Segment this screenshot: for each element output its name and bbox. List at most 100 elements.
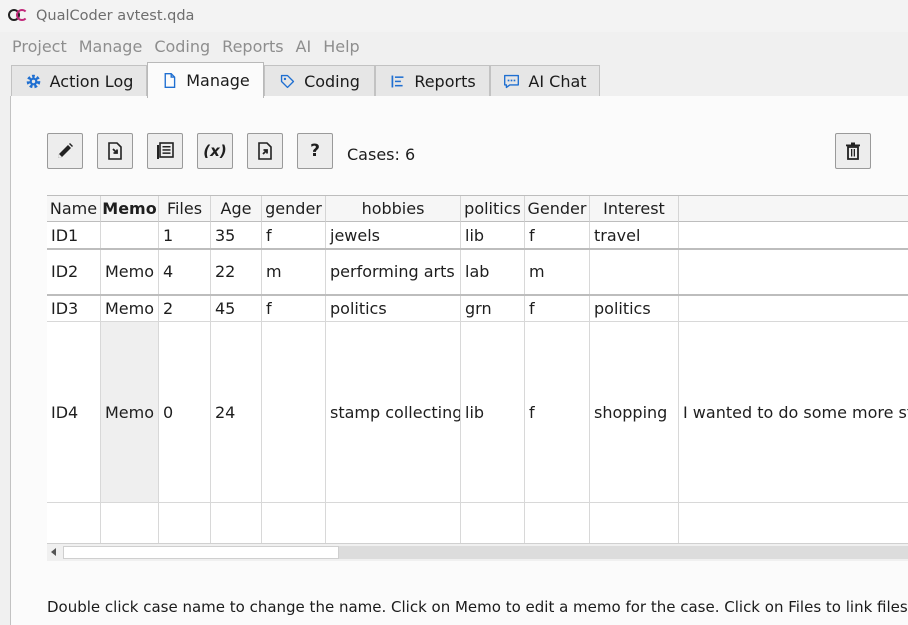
tab-coding[interactable]: Coding <box>264 65 375 97</box>
table-cell-name[interactable]: ID1 <box>47 222 101 249</box>
table-cell-memo[interactable]: Memo <box>101 322 159 503</box>
cases-table[interactable]: Name Memo Files Age gender hobbies politics Gen… <box>47 195 908 543</box>
scrollbar-thumb[interactable] <box>63 546 339 559</box>
menu-manage[interactable]: Manage <box>73 32 149 61</box>
table-cell-gender-lower[interactable]: m <box>262 249 326 295</box>
table-cell-files[interactable]: 1 <box>159 222 211 249</box>
table-cell-extra[interactable] <box>679 222 908 249</box>
table-cell-interest[interactable]: politics <box>590 295 679 322</box>
table-cell-age[interactable] <box>211 503 262 543</box>
table-cell-age[interactable]: 22 <box>211 249 262 295</box>
cases-count: Cases: 6 <box>347 145 416 164</box>
column-header-interest[interactable]: Interest <box>590 196 679 222</box>
column-header-gender[interactable]: Gender <box>525 196 590 222</box>
table-cell-age[interactable]: 35 <box>211 222 262 249</box>
menu-reports[interactable]: Reports <box>216 32 289 61</box>
table-cell-gender-lower[interactable] <box>262 503 326 543</box>
column-header-extra[interactable] <box>679 196 908 222</box>
table-cell-name[interactable] <box>47 503 101 543</box>
title-bar: QualCoder avtest.qda <box>0 0 908 32</box>
file-import-icon <box>108 142 122 160</box>
table-cell-files[interactable]: 2 <box>159 295 211 322</box>
table-cell-gender-lower[interactable] <box>262 322 326 503</box>
column-header-name[interactable]: Name <box>47 196 101 222</box>
table-cell-politics[interactable]: lab <box>461 249 525 295</box>
table-cell-memo[interactable] <box>101 503 159 543</box>
column-header-hobbies[interactable]: hobbies <box>326 196 461 222</box>
table-cell-politics[interactable] <box>461 503 525 543</box>
table-cell-name[interactable]: ID3 <box>47 295 101 322</box>
document-icon <box>164 73 176 88</box>
gear-icon <box>26 74 40 89</box>
scrollbar-track[interactable] <box>339 546 908 559</box>
table-cell-politics[interactable]: lib <box>461 222 525 249</box>
variables-button[interactable]: (x) <box>197 133 233 169</box>
table-cell-files[interactable]: 0 <box>159 322 211 503</box>
table-cell-extra[interactable] <box>679 295 908 322</box>
table-cell-name[interactable]: ID2 <box>47 249 101 295</box>
table-cell-interest[interactable]: travel <box>590 222 679 249</box>
table-cell-memo[interactable]: Memo <box>101 295 159 322</box>
tab-action-log[interactable]: Action Log <box>11 65 147 97</box>
view-cases-button[interactable] <box>147 133 183 169</box>
hint-text: Double click case name to change the nam… <box>47 598 908 616</box>
table-cell-politics[interactable]: lib <box>461 322 525 503</box>
tab-reports[interactable]: Reports <box>375 65 490 97</box>
variable-icon: (x) <box>203 142 227 160</box>
menu-project[interactable]: Project <box>0 32 73 61</box>
menu-ai[interactable]: AI <box>290 32 318 61</box>
table-cell-hobbies[interactable]: stamp collecting <box>326 322 461 503</box>
table-cell-age[interactable]: 45 <box>211 295 262 322</box>
table-cell-gender-lower[interactable]: f <box>262 295 326 322</box>
table-cell-gender[interactable]: m <box>525 249 590 295</box>
help-button[interactable]: ? <box>297 133 333 169</box>
table-cell-interest[interactable] <box>590 249 679 295</box>
table-cell-gender[interactable]: f <box>525 295 590 322</box>
table-cell-gender-lower[interactable]: f <box>262 222 326 249</box>
table-cell-politics[interactable]: grn <box>461 295 525 322</box>
column-header-age[interactable]: Age <box>211 196 262 222</box>
tab-label: Action Log <box>49 72 134 91</box>
table-cell-extra[interactable] <box>679 503 908 543</box>
tab-bar: Action Log Manage Coding Reports AI Chat <box>0 61 908 98</box>
tab-label: AI Chat <box>528 72 587 91</box>
table-cell-files[interactable]: 4 <box>159 249 211 295</box>
import-file-button[interactable] <box>97 133 133 169</box>
table-cell-gender[interactable]: f <box>525 322 590 503</box>
menu-coding[interactable]: Coding <box>148 32 216 61</box>
export-file-button[interactable] <box>247 133 283 169</box>
table-cell-name[interactable]: ID4 <box>47 322 101 503</box>
table-cell-interest[interactable]: shopping <box>590 322 679 503</box>
question-icon: ? <box>310 141 320 161</box>
row-separator <box>47 294 908 296</box>
table-cell-interest[interactable] <box>590 503 679 543</box>
table-cell-hobbies[interactable] <box>326 503 461 543</box>
table-cell-extra[interactable]: I wanted to do some more stu <box>679 322 908 503</box>
table-cell-hobbies[interactable]: jewels <box>326 222 461 249</box>
tab-ai-chat[interactable]: AI Chat <box>490 65 600 97</box>
tab-label: Reports <box>414 72 476 91</box>
table-cell-hobbies[interactable]: performing arts <box>326 249 461 295</box>
column-header-politics[interactable]: politics <box>461 196 525 222</box>
column-header-gender-lower[interactable]: gender <box>262 196 326 222</box>
delete-button[interactable] <box>835 133 871 169</box>
tab-manage[interactable]: Manage <box>147 62 264 98</box>
tab-label: Coding <box>304 72 360 91</box>
table-cell-age[interactable]: 24 <box>211 322 262 503</box>
table-cell-hobbies[interactable]: politics <box>326 295 461 322</box>
table-cell-extra[interactable] <box>679 249 908 295</box>
table-cell-gender[interactable]: f <box>525 222 590 249</box>
table-cell-files[interactable] <box>159 503 211 543</box>
window-title: QualCoder avtest.qda <box>36 8 195 24</box>
table-cell-gender[interactable] <box>525 503 590 543</box>
table-cell-memo[interactable]: Memo <box>101 249 159 295</box>
column-header-files[interactable]: Files <box>159 196 211 222</box>
file-export-icon <box>258 142 272 160</box>
edit-button[interactable] <box>47 133 83 169</box>
menu-help[interactable]: Help <box>317 32 365 61</box>
horizontal-scrollbar[interactable] <box>47 543 908 561</box>
column-header-memo[interactable]: Memo <box>101 196 159 222</box>
scroll-left-icon[interactable] <box>51 548 56 556</box>
table-cell-memo[interactable] <box>101 222 159 249</box>
menu-bar: Project Manage Coding Reports AI Help <box>0 32 908 61</box>
